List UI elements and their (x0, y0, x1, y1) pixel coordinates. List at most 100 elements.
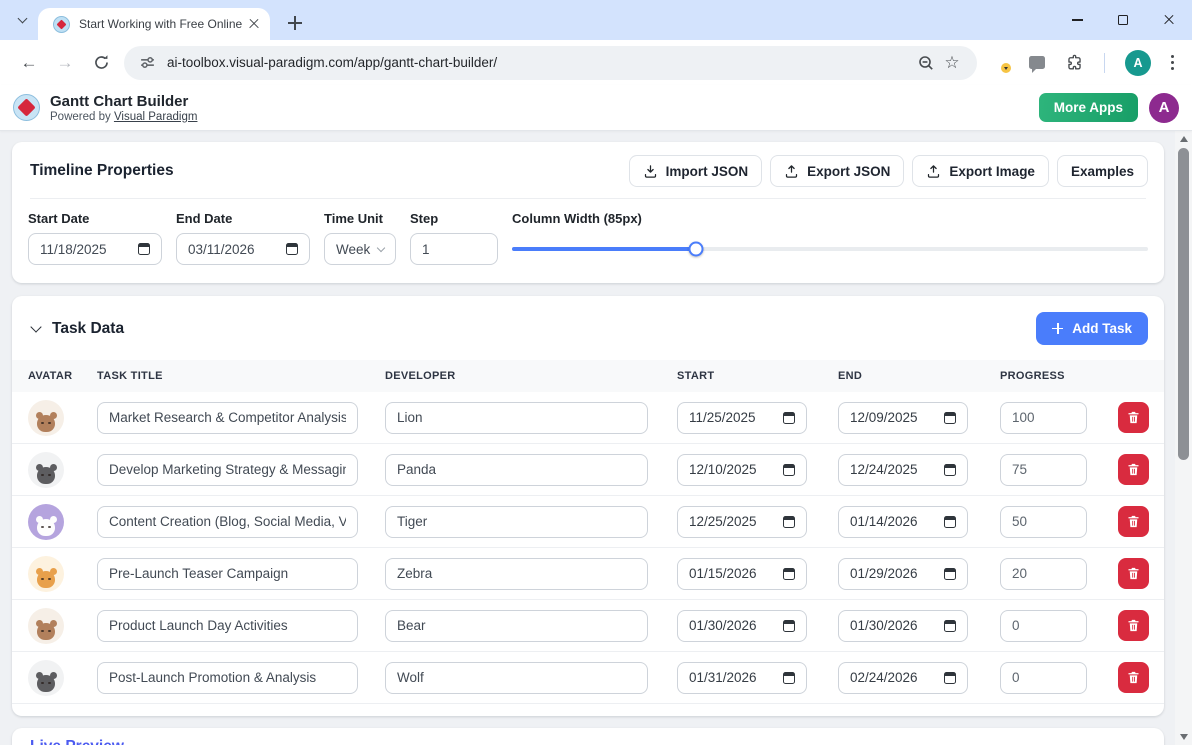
user-avatar[interactable]: A (1149, 93, 1179, 123)
forward-button[interactable]: → (50, 48, 80, 78)
start-date-input[interactable]: 12/25/2025 (677, 506, 807, 538)
progress-input[interactable] (1000, 662, 1087, 694)
site-favicon (53, 16, 70, 33)
end-date-input[interactable]: 01/30/2026 (838, 610, 968, 642)
progress-input[interactable] (1000, 506, 1087, 538)
start-date-input[interactable]: 11/18/2025 (28, 233, 162, 265)
maximize-button[interactable] (1100, 0, 1146, 40)
developer-input[interactable] (385, 662, 648, 694)
tab-title: Start Working with Free Online (79, 17, 246, 31)
calendar-icon (944, 620, 956, 632)
zoom-out-icon[interactable] (913, 50, 939, 76)
table-row: 01/31/2026 02/24/2026 (12, 652, 1164, 704)
more-apps-button[interactable]: More Apps (1039, 93, 1138, 122)
timeline-properties-title: Timeline Properties (30, 162, 174, 180)
end-date-input[interactable]: 03/11/2026 (176, 233, 310, 265)
delete-task-button[interactable] (1118, 558, 1149, 589)
reload-button[interactable] (86, 48, 116, 78)
calendar-icon (286, 243, 298, 255)
start-date-field: Start Date 11/18/2025 (28, 211, 162, 265)
delete-task-button[interactable] (1118, 610, 1149, 641)
scroll-up-arrow[interactable] (1180, 136, 1188, 142)
toolbar-divider (1104, 53, 1105, 73)
live-preview-title: Live Preview (12, 728, 1164, 745)
powered-by: Powered by Visual Paradigm (50, 111, 197, 123)
developer-input[interactable] (385, 454, 648, 486)
new-tab-button[interactable] (280, 8, 310, 38)
table-row: 12/25/2025 01/14/2026 (12, 496, 1164, 548)
developer-input[interactable] (385, 610, 648, 642)
task-avatar[interactable] (28, 400, 64, 436)
task-title-input[interactable] (97, 558, 358, 590)
end-date-input[interactable]: 12/24/2025 (838, 454, 968, 486)
delete-task-button[interactable] (1118, 454, 1149, 485)
step-input[interactable] (410, 233, 498, 265)
add-task-button[interactable]: Add Task (1036, 312, 1148, 345)
end-date-input[interactable]: 12/09/2025 (838, 402, 968, 434)
start-date-label: Start Date (28, 211, 162, 226)
table-header: AVATAR TASK TITLE DEVELOPER START END PR… (12, 360, 1164, 392)
end-date-input[interactable]: 01/29/2026 (838, 558, 968, 590)
comment-bubble-icon[interactable] (1029, 56, 1045, 69)
back-button[interactable]: ← (14, 48, 44, 78)
end-date-label: End Date (176, 211, 310, 226)
progress-input[interactable] (1000, 454, 1087, 486)
developer-input[interactable] (385, 506, 648, 538)
tab-close-icon[interactable] (246, 16, 262, 32)
start-date-input[interactable]: 12/10/2025 (677, 454, 807, 486)
visual-paradigm-link[interactable]: Visual Paradigm (114, 111, 198, 123)
task-title-input[interactable] (97, 662, 358, 694)
task-avatar[interactable] (28, 452, 64, 488)
minimize-button[interactable] (1054, 0, 1100, 40)
import-json-button[interactable]: Import JSON (629, 155, 763, 187)
progress-input[interactable] (1000, 402, 1087, 434)
progress-input[interactable] (1000, 558, 1087, 590)
end-date-input[interactable]: 01/14/2026 (838, 506, 968, 538)
browser-profile-avatar[interactable]: A (1125, 50, 1151, 76)
url-bar[interactable]: ai-toolbox.visual-paradigm.com/app/gantt… (124, 46, 977, 80)
start-date-input[interactable]: 11/25/2025 (677, 402, 807, 434)
time-unit-select[interactable]: Week (324, 233, 396, 265)
scrollbar-thumb[interactable] (1178, 148, 1189, 460)
start-date-input[interactable]: 01/15/2026 (677, 558, 807, 590)
examples-button[interactable]: Examples (1057, 155, 1148, 187)
tab-search-button[interactable] (9, 7, 35, 33)
export-image-button[interactable]: Export Image (912, 155, 1049, 187)
delete-task-button[interactable] (1118, 662, 1149, 693)
bookmark-star-icon[interactable]: ☆ (939, 50, 965, 76)
developer-input[interactable] (385, 558, 648, 590)
end-date-input[interactable]: 02/24/2026 (838, 662, 968, 694)
close-button[interactable] (1146, 0, 1192, 40)
extension-doc-icon[interactable] (993, 53, 1009, 72)
start-date-input[interactable]: 01/31/2026 (677, 662, 807, 694)
developer-input[interactable] (385, 402, 648, 434)
calendar-icon (783, 516, 795, 528)
task-avatar[interactable] (28, 660, 64, 696)
slider-thumb[interactable] (689, 242, 704, 257)
progress-input[interactable] (1000, 610, 1087, 642)
task-title-input[interactable] (97, 402, 358, 434)
scroll-down-arrow[interactable] (1180, 734, 1188, 740)
column-width-slider[interactable] (512, 247, 1148, 251)
task-avatar[interactable] (28, 608, 64, 644)
extensions-puzzle-icon[interactable] (1065, 53, 1084, 72)
task-title-input[interactable] (97, 454, 358, 486)
export-json-button[interactable]: Export JSON (770, 155, 904, 187)
end-date-field: End Date 03/11/2026 (176, 211, 310, 265)
collapse-chevron-icon[interactable] (30, 321, 41, 332)
browser-tab[interactable]: Start Working with Free Online (38, 8, 270, 40)
site-settings-icon[interactable] (134, 50, 160, 76)
delete-task-button[interactable] (1118, 402, 1149, 433)
page-scrollbar[interactable] (1175, 131, 1192, 745)
delete-task-button[interactable] (1118, 506, 1149, 537)
timeline-properties-card: Timeline Properties Import JSON Export J… (12, 142, 1164, 283)
trash-icon (1126, 618, 1141, 633)
browser-menu-icon[interactable] (1171, 55, 1174, 69)
calendar-icon (944, 516, 956, 528)
task-avatar[interactable] (28, 556, 64, 592)
task-avatar[interactable] (28, 504, 64, 540)
calendar-icon (944, 568, 956, 580)
task-title-input[interactable] (97, 506, 358, 538)
start-date-input[interactable]: 01/30/2026 (677, 610, 807, 642)
task-title-input[interactable] (97, 610, 358, 642)
